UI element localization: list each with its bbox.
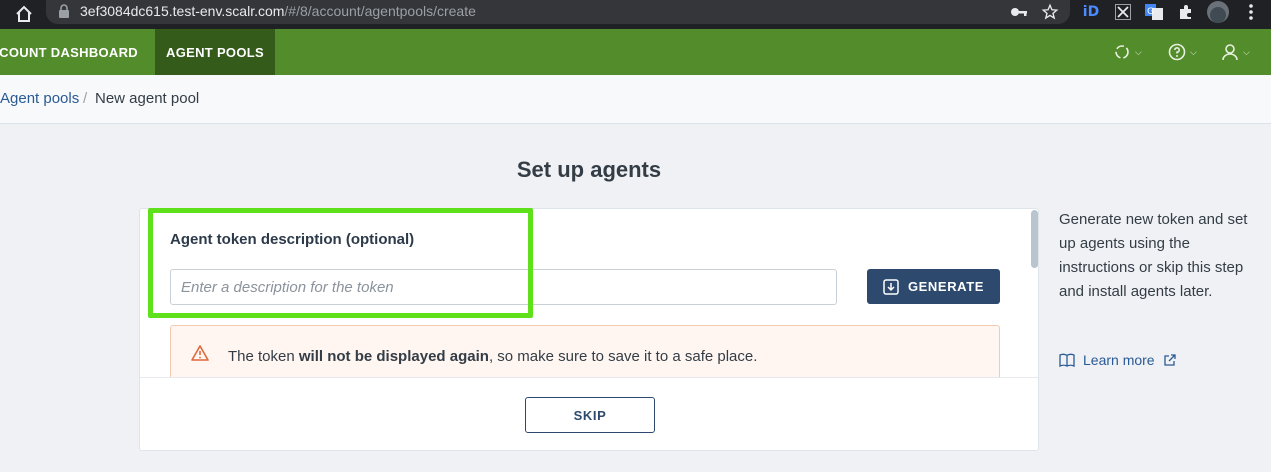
url-text[interactable]: 3ef3084dc615.test-env.scalr.com/#/8/acco… (80, 3, 476, 19)
id-extension-icon[interactable]: iD (1081, 2, 1101, 22)
top-navigation: ACCOUNT DASHBOARD AGENT POOLS ⌵ ⌵ ⌵ (0, 29, 1271, 75)
url-path: /#/8/account/agentpools/create (284, 3, 476, 19)
token-description-input[interactable] (170, 269, 837, 305)
breadcrumb-current: New agent pool (95, 90, 200, 107)
warning-icon (191, 345, 209, 361)
extension-icon[interactable] (1176, 2, 1196, 22)
warning-text-pre: The token (228, 348, 299, 365)
warning-text-post: , so make sure to save it to a safe plac… (488, 348, 758, 365)
chevron-down-icon: ⌵ (1190, 46, 1197, 57)
external-link-icon (1163, 353, 1176, 366)
breadcrumb: Agent pools / New agent pool (0, 75, 1271, 124)
svg-text:G: G (1147, 7, 1154, 17)
lock-icon[interactable] (58, 4, 70, 18)
url-host: 3ef3084dc615.test-env.scalr.com (80, 3, 285, 19)
help-menu[interactable]: ⌵ (1168, 29, 1197, 75)
breadcrumb-separator: / (83, 90, 88, 107)
translate-extension-icon[interactable]: G (1144, 2, 1164, 22)
warning-text-bold: will not be displayed again (298, 348, 489, 365)
token-description-label: Agent token description (optional) (170, 231, 415, 248)
status-menu[interactable]: ⌵ (1113, 29, 1142, 75)
key-icon[interactable] (1009, 2, 1029, 22)
browser-toolbar: 3ef3084dc615.test-env.scalr.com/#/8/acco… (0, 0, 1271, 29)
nav-agent-pools[interactable]: AGENT POOLS (155, 29, 275, 75)
skip-button[interactable]: SKIP (525, 397, 655, 433)
breadcrumb-agent-pools[interactable]: Agent pools (0, 90, 79, 107)
learn-more-link[interactable]: Learn more (1059, 352, 1176, 368)
card-content[interactable]: Agent token description (optional) GENER… (140, 209, 1038, 377)
side-help-text: Generate new token and set up agents usi… (1059, 211, 1248, 300)
chevron-down-icon: ⌵ (1135, 46, 1142, 57)
avatar-icon[interactable] (1207, 1, 1229, 23)
book-icon (1059, 353, 1075, 367)
page-title: Set up agents (516, 157, 662, 182)
generate-button-label: GENERATE (907, 279, 985, 294)
help-icon (1168, 43, 1186, 61)
card-scrollbar[interactable] (1031, 210, 1038, 268)
warning-text: The token will not be displayed again, s… (228, 348, 757, 365)
menu-dots-icon[interactable] (1241, 2, 1261, 22)
chevron-down-icon: ⌵ (1243, 46, 1250, 57)
refresh-status-icon (1115, 45, 1129, 59)
download-icon (883, 278, 899, 295)
user-icon (1222, 44, 1238, 61)
setup-card: Agent token description (optional) GENER… (139, 208, 1039, 451)
user-menu[interactable]: ⌵ (1221, 29, 1250, 75)
home-icon[interactable] (14, 4, 34, 24)
nav-account-dashboard[interactable]: ACCOUNT DASHBOARD (0, 29, 145, 75)
token-warning-banner: The token will not be displayed again, s… (170, 325, 1000, 377)
learn-more-label: Learn more (1083, 352, 1155, 368)
generate-button[interactable]: GENERATE (867, 269, 1000, 304)
x-extension-icon[interactable] (1113, 2, 1133, 22)
star-icon[interactable] (1040, 2, 1060, 22)
card-footer: SKIP (140, 377, 1038, 450)
